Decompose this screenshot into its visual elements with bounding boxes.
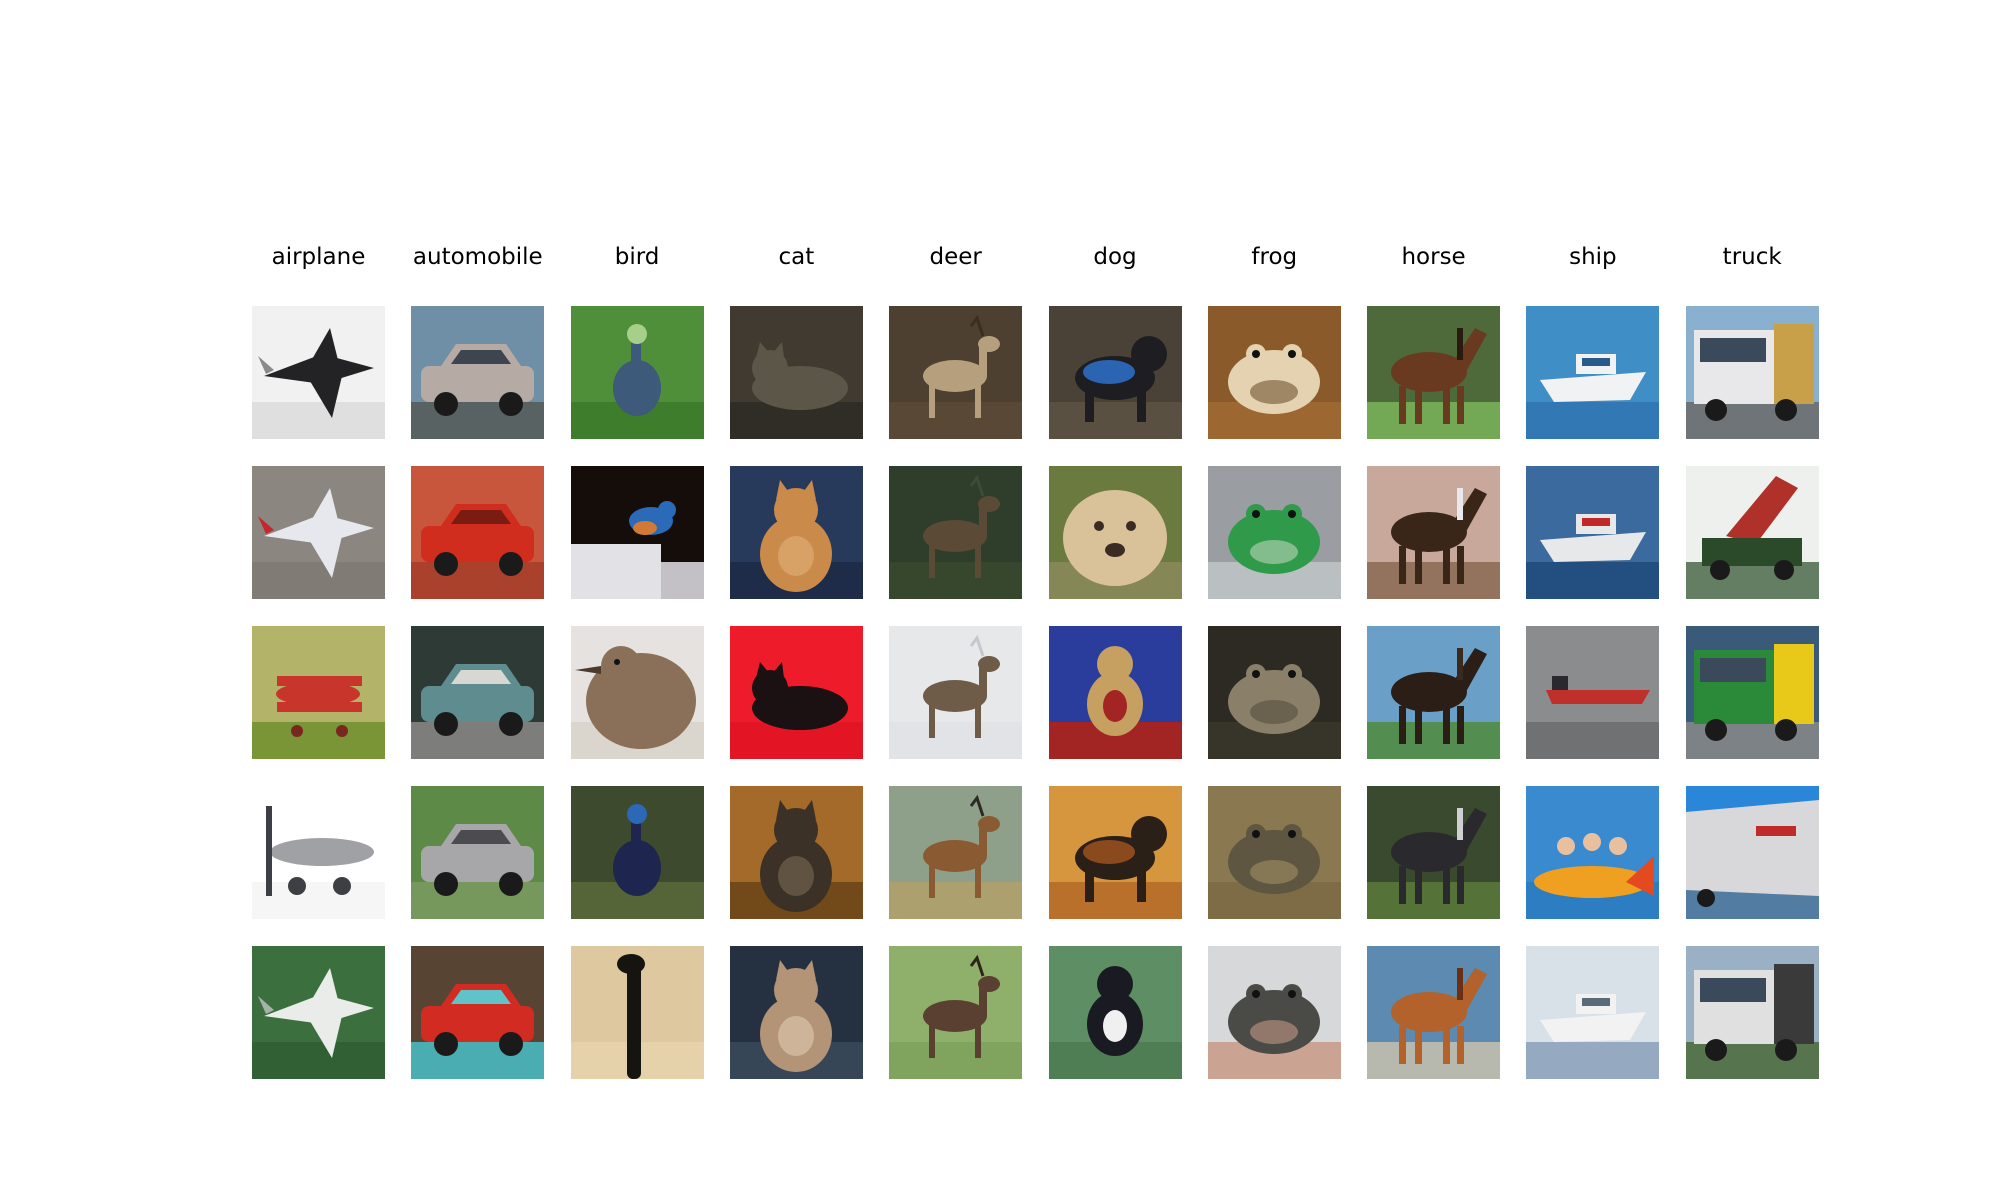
sample-image-airplane-5: [252, 946, 385, 1079]
sample-image-dog-2: [1048, 466, 1182, 599]
sample-image-frog-4: [1207, 786, 1341, 919]
sample-image-frog-2: [1207, 466, 1341, 599]
sample-image-frog-5: [1207, 946, 1341, 1079]
sample-image-ship-5: [1526, 946, 1660, 1079]
sample-image-dog-1: [1048, 306, 1182, 439]
sample-image-truck-1: [1685, 306, 1819, 439]
sample-image-horse-4: [1367, 786, 1501, 919]
sample-image-truck-2: [1685, 466, 1819, 599]
sample-image-automobile-3: [411, 626, 545, 759]
sample-image-airplane-1: [252, 306, 385, 439]
sample-image-ship-4: [1526, 786, 1660, 919]
sample-image-cat-3: [729, 626, 863, 759]
sample-image-bird-2: [570, 466, 704, 599]
sample-image-automobile-1: [411, 306, 545, 439]
sample-image-frog-3: [1207, 626, 1341, 759]
sample-image-frog-1: [1207, 306, 1341, 439]
sample-image-deer-1: [889, 306, 1023, 439]
sample-image-truck-4: [1685, 786, 1819, 919]
sample-image-cat-1: [729, 306, 863, 439]
class-title-bird: bird: [614, 244, 660, 270]
sample-grid-figure: airplane automobile bird cat deer dog frog hors…: [0, 0, 2000, 1200]
class-title-frog: frog: [1251, 244, 1298, 270]
sample-image-cat-4: [729, 786, 863, 919]
class-title-deer: deer: [929, 244, 982, 270]
sample-image-deer-2: [889, 466, 1023, 599]
sample-image-automobile-4: [411, 786, 545, 919]
sample-image-truck-5: [1685, 946, 1819, 1079]
sample-image-bird-3: [570, 626, 704, 759]
sample-image-bird-1: [570, 306, 704, 439]
sample-image-bird-5: [570, 946, 704, 1079]
sample-image-airplane-4: [252, 786, 385, 919]
class-title-airplane: airplane: [271, 244, 366, 270]
sample-image-deer-3: [889, 626, 1023, 759]
sample-image-horse-5: [1367, 946, 1501, 1079]
class-title-horse: horse: [1401, 244, 1466, 270]
sample-image-dog-5: [1048, 946, 1182, 1079]
sample-image-cat-5: [729, 946, 863, 1079]
class-title-ship: ship: [1569, 244, 1617, 270]
sample-image-horse-2: [1367, 466, 1501, 599]
sample-image-ship-1: [1526, 306, 1660, 439]
sample-image-horse-3: [1367, 626, 1501, 759]
sample-image-bird-4: [570, 786, 704, 919]
sample-image-automobile-5: [411, 946, 545, 1079]
class-title-dog: dog: [1093, 244, 1137, 270]
class-title-truck: truck: [1722, 244, 1782, 270]
class-title-cat: cat: [778, 244, 815, 270]
sample-image-airplane-3: [252, 626, 385, 759]
sample-image-dog-4: [1048, 786, 1182, 919]
sample-image-horse-1: [1367, 306, 1501, 439]
sample-image-ship-3: [1526, 626, 1660, 759]
sample-image-ship-2: [1526, 466, 1660, 599]
sample-image-truck-3: [1685, 626, 1819, 759]
sample-image-deer-4: [889, 786, 1023, 919]
sample-image-cat-2: [729, 466, 863, 599]
sample-image-automobile-2: [411, 466, 545, 599]
sample-image-airplane-2: [252, 466, 385, 599]
sample-image-deer-5: [889, 946, 1023, 1079]
class-title-automobile: automobile: [412, 244, 543, 270]
sample-image-dog-3: [1048, 626, 1182, 759]
